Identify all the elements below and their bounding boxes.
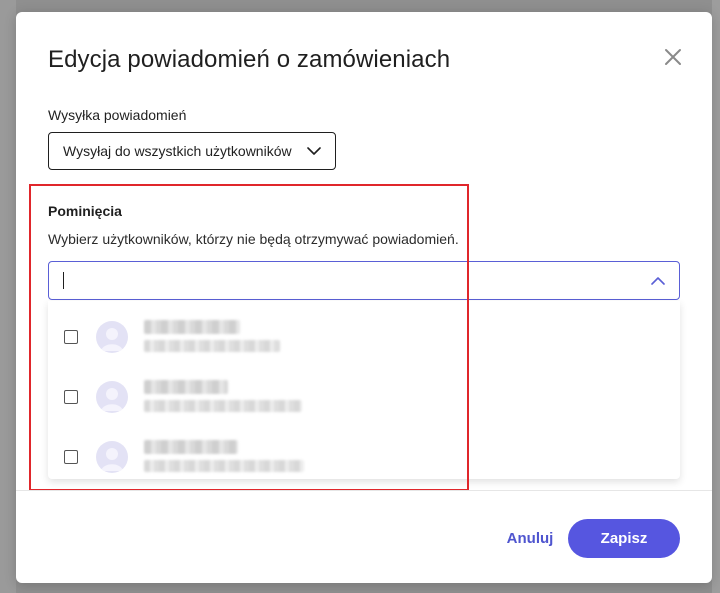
exclusions-title: Pominięcia	[48, 203, 122, 219]
user-checkbox[interactable]	[64, 330, 78, 344]
user-avatar-icon	[96, 441, 128, 473]
close-icon	[665, 49, 681, 65]
background-app-edge	[0, 0, 16, 593]
cancel-button[interactable]: Anuluj	[498, 519, 562, 557]
redacted-user-name	[144, 320, 240, 334]
redacted-user-email	[144, 400, 302, 412]
redacted-user-name	[144, 440, 238, 454]
user-checkbox[interactable]	[64, 390, 78, 404]
user-option[interactable]	[48, 367, 680, 427]
notification-sending-label: Wysyłka powiadomień	[48, 107, 187, 123]
user-option[interactable]	[48, 307, 680, 367]
redacted-user-name	[144, 380, 228, 394]
exclusions-search-field[interactable]	[48, 261, 680, 300]
user-options-list	[48, 301, 680, 479]
exclusions-description: Wybierz użytkowników, którzy nie będą ot…	[48, 231, 459, 247]
background-app-edge-right	[712, 0, 720, 593]
redacted-user-email	[144, 340, 280, 352]
user-avatar-icon	[96, 321, 128, 353]
user-checkbox[interactable]	[64, 450, 78, 464]
close-button[interactable]	[661, 45, 685, 69]
dialog-title: Edycja powiadomień o zamówieniach	[48, 46, 451, 73]
notification-sending-select[interactable]: Wysyłaj do wszystkich użytkowników	[48, 132, 336, 170]
user-option[interactable]	[48, 427, 680, 487]
notification-sending-value: Wysyłaj do wszystkich użytkowników	[63, 143, 292, 159]
footer-divider	[16, 490, 712, 491]
redacted-user-email	[144, 460, 304, 472]
chevron-up-icon[interactable]	[651, 276, 665, 285]
edit-notifications-dialog: Edycja powiadomień o zamówieniach Wysyłk…	[16, 12, 712, 583]
exclusions-search-input[interactable]	[68, 272, 651, 289]
chevron-down-icon	[307, 146, 321, 155]
user-avatar-icon	[96, 381, 128, 413]
save-button[interactable]: Zapisz	[568, 519, 680, 558]
text-caret	[63, 272, 64, 289]
